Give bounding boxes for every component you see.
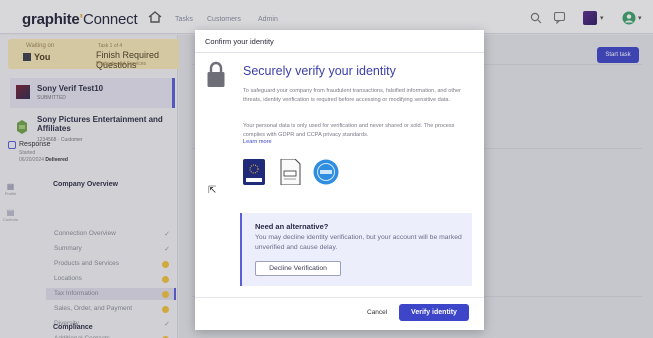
decline-verification-button[interactable]: Decline Verification bbox=[255, 261, 341, 276]
verify-identity-button[interactable]: Verify identity bbox=[399, 304, 469, 321]
ccpa-badge-icon bbox=[280, 159, 301, 185]
cancel-button[interactable]: Cancel bbox=[367, 309, 387, 316]
alternative-desc: You may decline identity verification, b… bbox=[255, 234, 462, 251]
learn-more-link[interactable]: Learn more bbox=[243, 139, 272, 145]
gdpr-badge-icon bbox=[243, 159, 265, 185]
alternative-title: Need an alternative? bbox=[255, 222, 329, 231]
lock-icon bbox=[207, 61, 225, 87]
footer-divider bbox=[195, 297, 484, 298]
alternative-panel: Need an alternative? You may decline ide… bbox=[240, 213, 472, 286]
confirm-identity-modal: Confirm your identity Securely verify yo… bbox=[195, 30, 484, 330]
soc-badge-icon bbox=[313, 159, 339, 185]
privacy-text: Your personal data is only used for veri… bbox=[243, 123, 455, 138]
modal-heading: Securely verify your identity bbox=[243, 64, 396, 78]
mouse-cursor: ⇱ bbox=[208, 185, 217, 196]
modal-header: Confirm your identity bbox=[195, 30, 484, 53]
safeguard-text: To safeguard your company from fraudulen… bbox=[243, 88, 461, 103]
modal-title: Confirm your identity bbox=[205, 37, 274, 46]
